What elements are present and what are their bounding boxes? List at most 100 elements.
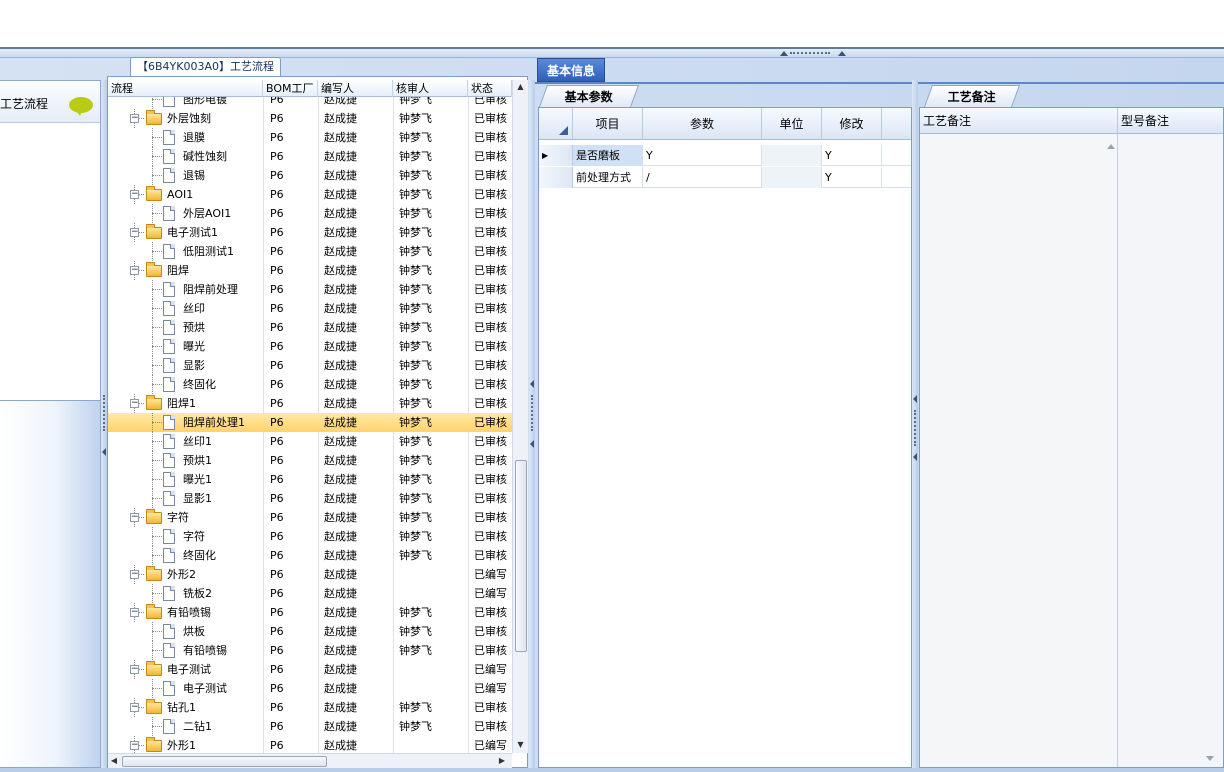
cell-bom: P6 bbox=[270, 207, 284, 220]
table-row[interactable]: 丝印 P6 赵成捷 钟梦飞 已审核 bbox=[108, 299, 512, 318]
table-row[interactable]: − 电子测试 P6 赵成捷 已编写 bbox=[108, 660, 512, 679]
cell-item[interactable]: 前处理方式 bbox=[573, 167, 643, 188]
tree-collapse-icon[interactable]: − bbox=[130, 608, 139, 617]
col-header-item[interactable]: 项目 bbox=[573, 108, 643, 140]
process-note-area[interactable] bbox=[920, 134, 1118, 767]
table-row[interactable]: 退膜 P6 赵成捷 钟梦飞 已审核 bbox=[108, 128, 512, 147]
tree-collapse-icon[interactable]: − bbox=[130, 665, 139, 674]
table-row[interactable]: 铣板2 P6 赵成捷 已编写 bbox=[108, 584, 512, 603]
table-row[interactable]: 显影 P6 赵成捷 钟梦飞 已审核 bbox=[108, 356, 512, 375]
table-row[interactable]: 终固化 P6 赵成捷 钟梦飞 已审核 bbox=[108, 375, 512, 394]
col-header-modify[interactable]: 修改 bbox=[822, 108, 882, 140]
process-vertical-scrollbar[interactable]: ▲ ▼ bbox=[512, 80, 528, 753]
cell-bom: P6 bbox=[270, 720, 284, 733]
table-row[interactable]: − 外形2 P6 赵成捷 已编写 bbox=[108, 565, 512, 584]
col-header-model-note[interactable]: 型号备注 bbox=[1118, 108, 1223, 134]
table-row[interactable]: 电子测试 P6 赵成捷 已编写 bbox=[108, 679, 512, 698]
table-row[interactable]: 终固化 P6 赵成捷 钟梦飞 已审核 bbox=[108, 546, 512, 565]
col-header-status[interactable]: 状态 bbox=[468, 80, 512, 97]
col-header-unit[interactable]: 单位 bbox=[762, 108, 822, 140]
cell-bom: P6 bbox=[270, 454, 284, 467]
tab-basic-params[interactable]: 基本参数 bbox=[538, 85, 640, 107]
table-row[interactable]: 退锡 P6 赵成捷 钟梦飞 已审核 bbox=[108, 166, 512, 185]
note-scroll-down-icon[interactable] bbox=[1206, 756, 1214, 761]
table-row[interactable]: 二钻1 P6 赵成捷 钟梦飞 已审核 bbox=[108, 717, 512, 736]
table-row[interactable]: − 阻焊1 P6 赵成捷 钟梦飞 已审核 bbox=[108, 394, 512, 413]
table-row[interactable]: − AOI1 P6 赵成捷 钟梦飞 已审核 bbox=[108, 185, 512, 204]
table-row[interactable]: − 钻孔1 P6 赵成捷 钟梦飞 已审核 bbox=[108, 698, 512, 717]
col-header-bom[interactable]: BOM工厂 bbox=[263, 80, 318, 97]
table-row[interactable]: − 有铅喷锡 P6 赵成捷 钟梦飞 已审核 bbox=[108, 603, 512, 622]
table-row[interactable]: 有铅喷锡 P6 赵成捷 钟梦飞 已审核 bbox=[108, 641, 512, 660]
collapse-left-icon-4[interactable] bbox=[913, 395, 917, 403]
collapse-left-icon-5[interactable] bbox=[913, 453, 917, 461]
row-indicator[interactable] bbox=[539, 167, 573, 188]
process-tab[interactable]: 【6B4YK003A0】工艺流程 bbox=[130, 57, 281, 77]
table-row[interactable]: 预烘 P6 赵成捷 钟梦飞 已审核 bbox=[108, 318, 512, 337]
tree-collapse-icon[interactable]: − bbox=[130, 114, 139, 123]
tree-collapse-icon[interactable]: − bbox=[130, 703, 139, 712]
table-row[interactable]: 外层AOI1 P6 赵成捷 钟梦飞 已审核 bbox=[108, 204, 512, 223]
scroll-down-icon[interactable]: ▼ bbox=[513, 738, 528, 752]
tree-collapse-icon[interactable]: − bbox=[130, 741, 139, 750]
table-row[interactable]: 阻焊前处理1 P6 赵成捷 钟梦飞 已审核 bbox=[108, 413, 512, 432]
table-row[interactable]: 低阻测试1 P6 赵成捷 钟梦飞 已审核 bbox=[108, 242, 512, 261]
collapse-up-icon-2[interactable] bbox=[838, 51, 846, 56]
cell-param[interactable]: Y bbox=[643, 145, 762, 166]
table-row[interactable]: 丝印1 P6 赵成捷 钟梦飞 已审核 bbox=[108, 432, 512, 451]
tree-collapse-icon[interactable]: − bbox=[130, 513, 139, 522]
nav-item-process[interactable]: 工艺流程 bbox=[0, 81, 100, 123]
tree-collapse-icon[interactable]: − bbox=[130, 190, 139, 199]
table-row[interactable]: 预烘1 P6 赵成捷 钟梦飞 已审核 bbox=[108, 451, 512, 470]
cell-reviewer: 钟梦飞 bbox=[399, 454, 432, 467]
table-row[interactable]: 曝光1 P6 赵成捷 钟梦飞 已审核 bbox=[108, 470, 512, 489]
table-row[interactable]: 图形电镀 P6 赵成捷 钟梦飞 已审核 bbox=[108, 97, 512, 109]
tree-collapse-icon[interactable]: − bbox=[130, 266, 139, 275]
collapse-left-icon[interactable] bbox=[102, 448, 106, 456]
table-row[interactable]: 显影1 P6 赵成捷 钟梦飞 已审核 bbox=[108, 489, 512, 508]
collapse-left-icon-2[interactable] bbox=[530, 380, 534, 388]
col-header-reviewer[interactable]: 核审人 bbox=[393, 80, 468, 97]
document-icon bbox=[163, 149, 175, 164]
scroll-up-icon[interactable]: ▲ bbox=[513, 80, 528, 94]
table-row[interactable]: 阻焊前处理 P6 赵成捷 钟梦飞 已审核 bbox=[108, 280, 512, 299]
model-note-area[interactable] bbox=[1118, 134, 1223, 767]
collapse-up-icon[interactable] bbox=[780, 51, 788, 56]
scroll-left-icon[interactable]: ◀ bbox=[108, 754, 120, 768]
collapse-left-icon-3[interactable] bbox=[530, 440, 534, 448]
col-header-param[interactable]: 参数 bbox=[643, 108, 762, 140]
col-header-writer[interactable]: 编写人 bbox=[318, 80, 393, 97]
tree-collapse-icon[interactable]: − bbox=[130, 570, 139, 579]
cell-writer: 赵成捷 bbox=[324, 302, 357, 315]
tree-collapse-icon[interactable]: − bbox=[130, 228, 139, 237]
horizontal-scroll-thumb[interactable] bbox=[122, 756, 327, 767]
cell-item[interactable]: 是否磨板 bbox=[573, 145, 643, 166]
cell-param[interactable]: / bbox=[643, 167, 762, 188]
tab-basic-info[interactable]: 基本信息 bbox=[537, 58, 605, 82]
scroll-right-icon[interactable]: ▶ bbox=[496, 754, 508, 768]
note-scroll-up-icon[interactable] bbox=[1107, 144, 1115, 149]
cell-unit[interactable] bbox=[762, 167, 822, 188]
table-row[interactable]: − 外层蚀刻 P6 赵成捷 钟梦飞 已审核 bbox=[108, 109, 512, 128]
cell-unit[interactable] bbox=[762, 145, 822, 166]
current-row-icon[interactable]: ▶ bbox=[539, 145, 573, 166]
params-row[interactable]: ▶ 是否磨板 Y Y bbox=[539, 145, 911, 166]
tab-process-notes[interactable]: 工艺备注 bbox=[923, 85, 1021, 107]
table-row[interactable]: 碱性蚀刻 P6 赵成捷 钟梦飞 已审核 bbox=[108, 147, 512, 166]
cell-writer: 赵成捷 bbox=[324, 587, 357, 600]
process-horizontal-scrollbar[interactable]: ◀ ▶ bbox=[108, 753, 512, 768]
cell-modify[interactable]: Y bbox=[822, 167, 882, 188]
tree-collapse-icon[interactable]: − bbox=[130, 399, 139, 408]
col-header-flow[interactable]: 流程 bbox=[108, 80, 263, 97]
table-row[interactable]: − 外形1 P6 赵成捷 已编写 bbox=[108, 736, 512, 753]
params-row[interactable]: 前处理方式 / Y bbox=[539, 167, 911, 188]
table-row[interactable]: − 电子测试1 P6 赵成捷 钟梦飞 已审核 bbox=[108, 223, 512, 242]
cell-modify[interactable]: Y bbox=[822, 145, 882, 166]
table-row[interactable]: − 字符 P6 赵成捷 钟梦飞 已审核 bbox=[108, 508, 512, 527]
col-header-process-note[interactable]: 工艺备注 bbox=[920, 108, 1118, 134]
table-row[interactable]: 曝光 P6 赵成捷 钟梦飞 已审核 bbox=[108, 337, 512, 356]
table-row[interactable]: 烘板 P6 赵成捷 钟梦飞 已审核 bbox=[108, 622, 512, 641]
table-row[interactable]: 字符 P6 赵成捷 钟梦飞 已审核 bbox=[108, 527, 512, 546]
table-row[interactable]: − 阻焊 P6 赵成捷 钟梦飞 已审核 bbox=[108, 261, 512, 280]
vertical-scroll-thumb[interactable] bbox=[515, 460, 527, 652]
